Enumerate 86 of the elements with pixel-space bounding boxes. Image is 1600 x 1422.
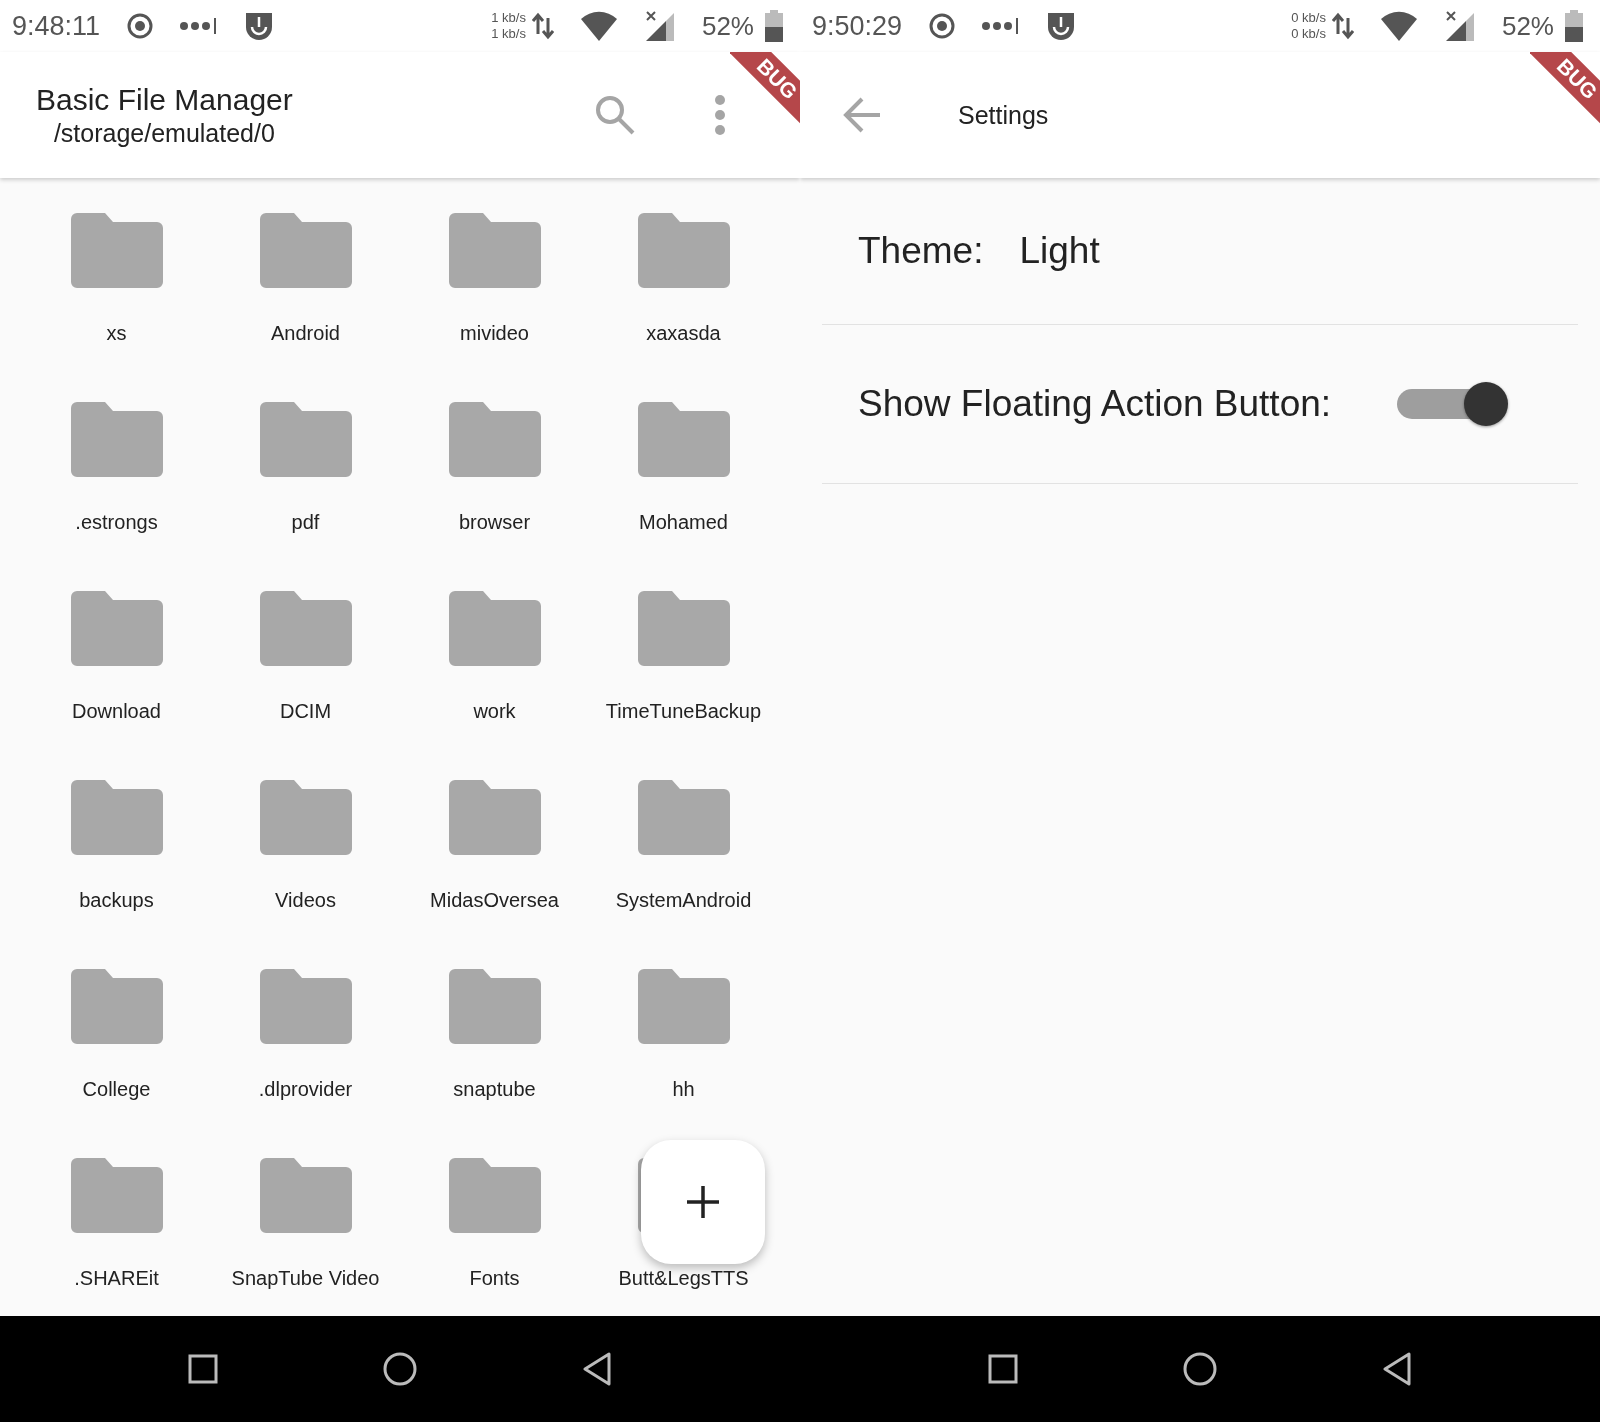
folder-icon <box>70 780 163 855</box>
plus-icon <box>686 1185 720 1219</box>
home-icon[interactable] <box>1183 1352 1217 1386</box>
folder-name[interactable]: hh <box>672 1078 695 1101</box>
folder-icon <box>259 402 352 477</box>
folder-icon <box>70 591 163 666</box>
folder-name[interactable]: work <box>473 700 516 723</box>
folder-name[interactable]: .SHAREit <box>74 1267 159 1290</box>
data-arrows-icon <box>531 12 554 40</box>
folder-icon <box>637 969 730 1044</box>
battery-icon <box>1564 10 1584 42</box>
signal-icon <box>643 10 676 42</box>
folder-name[interactable]: Android <box>271 322 340 345</box>
folder-name[interactable]: Mohamed <box>639 511 728 534</box>
folder-name[interactable]: SnapTube Video <box>231 1267 380 1290</box>
search-icon <box>594 94 636 136</box>
shield-icon <box>1046 11 1077 41</box>
battery-icon <box>764 10 784 42</box>
download-speed: 0 kb/s <box>1291 26 1326 42</box>
folder-icon <box>448 213 541 288</box>
upload-speed: 1 kb/s <box>491 10 526 26</box>
folder-name[interactable]: Butt&LegsTTS <box>618 1267 749 1290</box>
back-icon[interactable] <box>1382 1352 1412 1386</box>
folder-icon <box>259 591 352 666</box>
battery-percent: 52% <box>1501 10 1554 42</box>
data-arrows-icon <box>1331 12 1354 40</box>
current-path: /storage/emulated/0 <box>53 118 275 148</box>
upload-speed: 0 kb/s <box>1291 10 1326 26</box>
app-title: Basic File Manager <box>36 82 293 117</box>
back-icon[interactable] <box>582 1352 612 1386</box>
folder-name[interactable]: xaxasda <box>646 322 721 345</box>
recents-icon[interactable] <box>188 1354 218 1384</box>
dots-icon <box>982 16 1021 36</box>
folder-name[interactable]: MidasOversea <box>430 889 559 912</box>
record-icon <box>126 12 155 40</box>
setting-value[interactable]: Light <box>1019 230 1100 272</box>
folder-name[interactable]: TimeTuneBackup <box>605 700 762 723</box>
status-time: 9:48:11 <box>12 10 101 42</box>
folder-name[interactable]: mivideo <box>460 322 529 345</box>
folder-name[interactable]: pdf <box>291 511 320 534</box>
folder-icon <box>259 1158 352 1233</box>
status-time: 9:50:29 <box>812 10 903 42</box>
arrow-left-icon <box>842 97 882 133</box>
screen-title: Settings <box>958 100 1049 130</box>
folder-name[interactable]: DCIM <box>279 700 332 723</box>
folder-name[interactable]: SystemAndroid <box>615 889 752 912</box>
folder-icon <box>637 780 730 855</box>
more-icon <box>714 95 726 135</box>
folder-name[interactable]: .dlprovider <box>258 1078 353 1101</box>
folder-icon <box>637 213 730 288</box>
folder-icon <box>637 591 730 666</box>
folder-icon <box>70 213 163 288</box>
battery-percent: 52% <box>701 10 754 42</box>
home-icon[interactable] <box>383 1352 417 1386</box>
folder-name[interactable]: backups <box>79 889 154 912</box>
dots-icon <box>180 16 219 36</box>
wifi-icon <box>579 11 618 41</box>
folder-icon <box>70 969 163 1044</box>
folder-name[interactable]: College <box>82 1078 151 1101</box>
record-icon <box>928 12 957 40</box>
folder-name[interactable]: browser <box>458 511 531 534</box>
folder-icon <box>259 780 352 855</box>
folder-icon <box>448 780 541 855</box>
wifi-icon <box>1379 11 1418 41</box>
download-speed: 1 kb/s <box>491 26 526 42</box>
folder-icon <box>448 1158 541 1233</box>
shield-icon <box>244 11 275 41</box>
folder-name[interactable]: Download <box>72 700 161 723</box>
recents-icon[interactable] <box>988 1354 1018 1384</box>
folder-icon <box>259 969 352 1044</box>
folder-name[interactable]: Fonts <box>469 1267 520 1290</box>
folder-icon <box>70 402 163 477</box>
toggle-switch[interactable] <box>1397 381 1510 427</box>
folder-name[interactable]: xs <box>106 322 127 345</box>
folder-icon <box>259 213 352 288</box>
folder-icon <box>637 402 730 477</box>
folder-icon <box>448 591 541 666</box>
folder-name[interactable]: Videos <box>275 889 336 912</box>
setting-label: Show Floating Action Button: <box>858 383 1332 425</box>
signal-icon <box>1443 10 1476 42</box>
folder-name[interactable]: .estrongs <box>75 511 158 534</box>
folder-icon <box>448 402 541 477</box>
folder-icon <box>448 969 541 1044</box>
folder-name[interactable]: snaptube <box>453 1078 536 1101</box>
setting-label: Theme: <box>858 230 984 272</box>
folder-icon <box>70 1158 163 1233</box>
